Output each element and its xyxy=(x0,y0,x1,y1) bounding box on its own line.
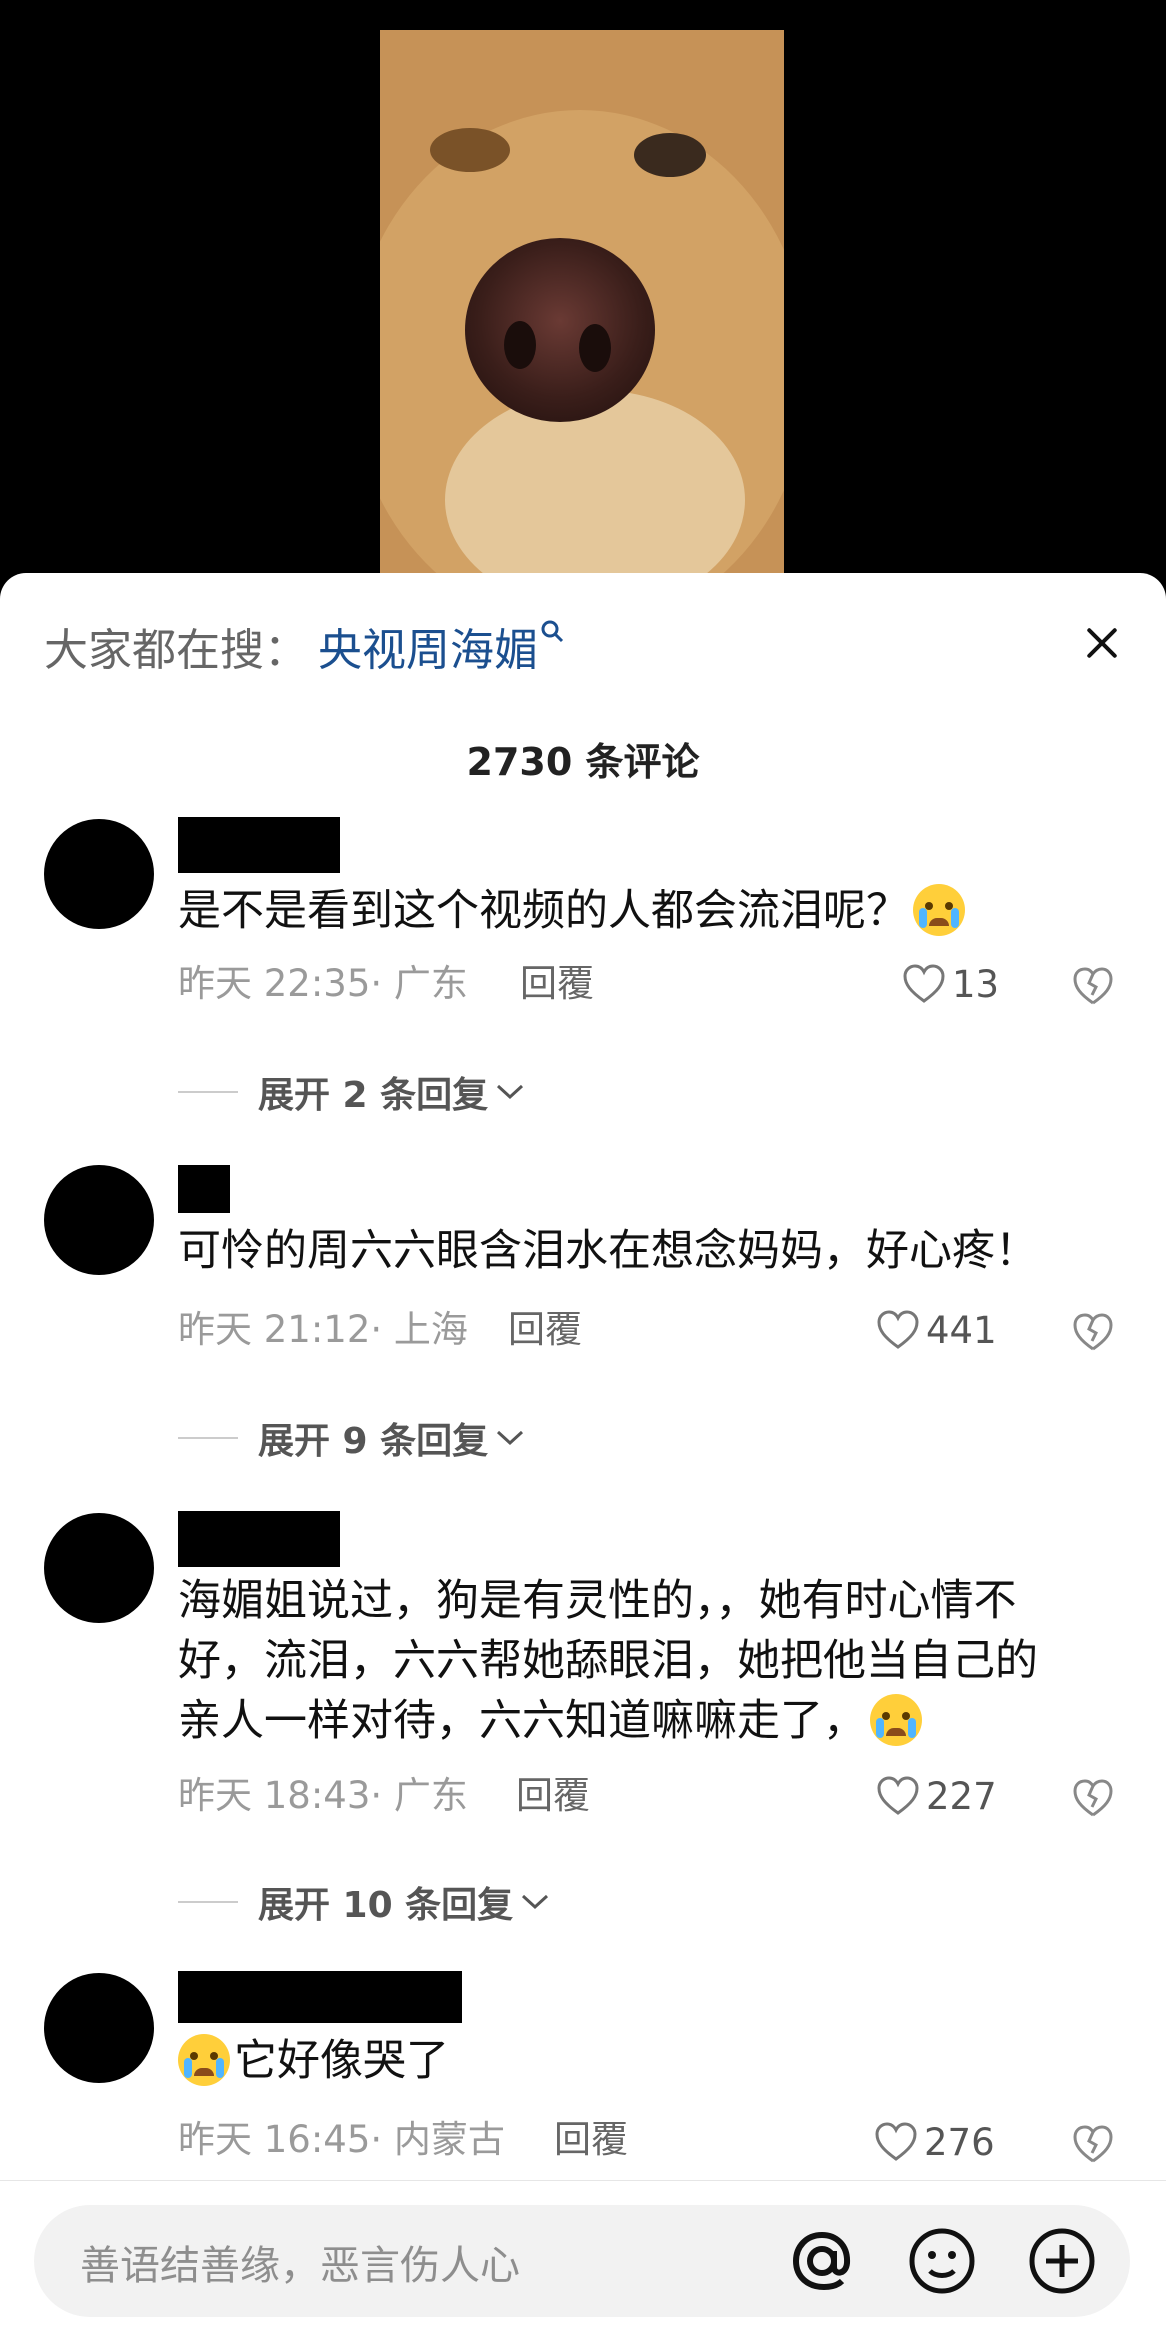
avatar[interactable] xyxy=(44,1513,154,1623)
chevron-down-icon xyxy=(522,1894,549,1910)
loudly-crying-emoji xyxy=(178,2033,230,2086)
chevron-down-icon xyxy=(497,1084,524,1100)
loudly-crying-emoji xyxy=(870,1693,922,1746)
broken-heart-icon[interactable] xyxy=(1070,1775,1116,1821)
broken-heart-icon[interactable] xyxy=(1070,963,1116,1009)
reply-button[interactable]: 回覆 xyxy=(520,959,594,1009)
expand-replies[interactable]: 展开 2 条回复 xyxy=(178,1067,526,1117)
reply-button[interactable]: 回覆 xyxy=(516,1771,590,1821)
search-term-link[interactable]: 央视周海媚 xyxy=(318,614,538,678)
like-count: 276 xyxy=(924,2120,995,2164)
like-button[interactable]: 227 xyxy=(876,1771,997,1821)
expand-label: 展开 9 条回复 xyxy=(258,1421,489,1462)
broken-heart-icon[interactable] xyxy=(1070,1309,1116,1355)
avatar[interactable] xyxy=(44,1973,154,2083)
username-redacted[interactable] xyxy=(178,1511,340,1567)
username-redacted[interactable] xyxy=(178,1165,230,1213)
comment-text-body: 是不是看到这个视频的人都会流泪呢？ xyxy=(178,886,909,936)
comment-meta: 昨天 18:43· 广东 xyxy=(178,1774,468,1817)
video-player[interactable] xyxy=(0,0,1166,600)
like-count: 441 xyxy=(926,1308,997,1352)
trending-search[interactable]: 大家都在搜： 央视周海媚 xyxy=(44,619,564,676)
broken-heart-icon[interactable] xyxy=(1070,2121,1116,2167)
comment-text: 是不是看到这个视频的人都会流泪呢？ xyxy=(178,881,1108,941)
expand-replies[interactable]: 展开 10 条回复 xyxy=(178,1877,551,1927)
reply-button[interactable]: 回覆 xyxy=(554,2115,628,2165)
avatar[interactable] xyxy=(44,1165,154,1275)
cry-emoji xyxy=(913,883,965,936)
comments-sheet: 大家都在搜： 央视周海媚 2730 条评论 是不是看到这个视频的人都会流泪呢？ … xyxy=(0,573,1166,2326)
comment-line: 好，流泪，六六帮她舔眼泪，她把他当自己的 xyxy=(178,1636,1038,1686)
expand-replies[interactable]: 展开 9 条回复 xyxy=(178,1413,526,1463)
comment-line: 亲人一样对待，六六知道嘛嘛走了， xyxy=(178,1691,1108,1751)
emoji-smile-icon[interactable] xyxy=(904,2223,980,2299)
like-count: 227 xyxy=(926,1774,997,1818)
plus-circle-icon[interactable] xyxy=(1024,2223,1100,2299)
comment-line: 海媚姐说过，狗是有灵性的，，她有时心情不 xyxy=(178,1576,1017,1626)
comment-count: 2730 条评论 xyxy=(466,740,700,784)
video-frame xyxy=(380,30,784,600)
heart-icon xyxy=(875,2122,917,2161)
like-button[interactable]: 13 xyxy=(902,959,999,1009)
expand-label: 展开 2 条回复 xyxy=(258,1075,489,1116)
close-icon[interactable] xyxy=(1072,613,1132,673)
comment-input-bar: 善语结善缘，恶言伤人心 xyxy=(0,2180,1166,2327)
comment-text: 它好像哭了 xyxy=(178,2031,1108,2091)
username-redacted[interactable] xyxy=(178,1971,462,2023)
comment-text: 海媚姐说过，狗是有灵性的，，她有时心情不 好，流泪，六六帮她舔眼泪，她把他当自己… xyxy=(178,1571,1108,1751)
like-count: 13 xyxy=(952,962,1000,1006)
search-icon xyxy=(540,619,564,650)
input-placeholder: 善语结善缘，恶言伤人心 xyxy=(80,2243,520,2289)
heart-icon xyxy=(903,964,945,1003)
username-redacted[interactable] xyxy=(178,817,340,873)
search-prefix: 大家都在搜： xyxy=(44,625,308,676)
heart-icon xyxy=(877,1310,919,1349)
reply-button[interactable]: 回覆 xyxy=(508,1305,582,1355)
comment-text: 可怜的周六六眼含泪水在想念妈妈，好心疼！ xyxy=(178,1226,1038,1276)
chevron-down-icon xyxy=(497,1430,524,1446)
at-icon[interactable] xyxy=(784,2223,860,2299)
like-button[interactable]: 441 xyxy=(876,1305,997,1355)
comment-input[interactable]: 善语结善缘，恶言伤人心 xyxy=(34,2205,1130,2317)
like-button[interactable]: 276 xyxy=(874,2117,995,2167)
comment-meta: 昨天 21:12· 上海 xyxy=(178,1308,468,1351)
comment-meta: 昨天 16:45· 内蒙古 xyxy=(178,2118,505,2161)
heart-icon xyxy=(877,1776,919,1815)
comment-text-body: 它好像哭了 xyxy=(234,2036,449,2086)
avatar[interactable] xyxy=(44,819,154,929)
expand-label: 展开 10 条回复 xyxy=(258,1885,514,1926)
comment-meta: 昨天 22:35· 广东 xyxy=(178,962,468,1005)
